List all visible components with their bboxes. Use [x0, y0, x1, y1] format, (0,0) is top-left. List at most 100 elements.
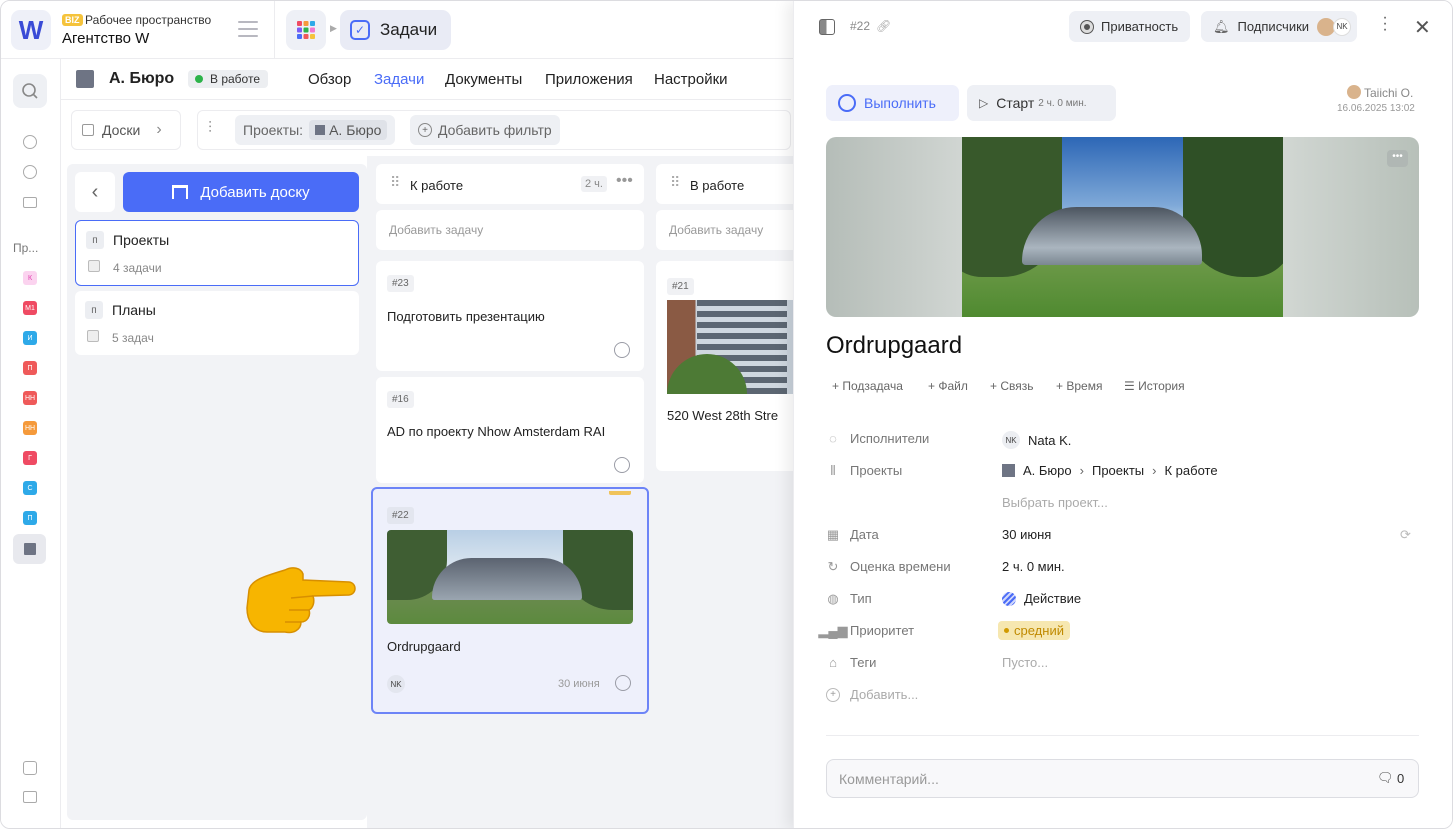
task-card-23[interactable]: #23 Подготовить презентацию	[376, 261, 644, 371]
rail-project-abureau[interactable]	[13, 534, 46, 564]
project-path[interactable]: А. Бюро › Проекты › К работе	[1002, 463, 1218, 478]
complete-circle[interactable]	[614, 342, 630, 358]
prop-date: ▦ Дата	[826, 526, 879, 543]
task-card-21[interactable]: #21 520 West 28th Stre	[656, 261, 793, 471]
building-icon	[315, 125, 326, 135]
start-timer-button[interactable]: ▷ Старт 2 ч. 0 мин.	[967, 85, 1116, 121]
folder-icon[interactable]	[23, 197, 37, 208]
calendar-icon: ▦	[826, 526, 840, 542]
add-time-action[interactable]: + Время	[1056, 379, 1102, 393]
priority-badge[interactable]: средний	[998, 621, 1070, 640]
task-title: Ordrupgaard	[387, 639, 461, 654]
column-header-todo[interactable]: ⠿ К работе 2 ч. •••	[376, 164, 644, 204]
archive-icon[interactable]	[23, 761, 37, 775]
image-more-icon[interactable]: •••	[1387, 150, 1408, 167]
rail-section-label: Пр...	[13, 241, 39, 255]
pointing-hand-icon	[246, 567, 356, 634]
rail-project-icon[interactable]: К	[23, 271, 37, 285]
org-building-icon	[76, 70, 94, 88]
add-file-action[interactable]: + Файл	[928, 379, 968, 393]
privacy-button[interactable]: Приватность	[1069, 11, 1191, 42]
board-letter-icon: п	[85, 301, 103, 319]
add-filter-button[interactable]: + Добавить фильтр	[410, 115, 560, 145]
menu-icon[interactable]	[238, 21, 258, 37]
add-property-button[interactable]: + Добавить...	[826, 687, 918, 702]
inbox-icon[interactable]	[23, 791, 37, 803]
rail-project-icon[interactable]: М1	[23, 301, 37, 315]
tab-apps[interactable]: Приложения	[545, 71, 633, 88]
status-badge[interactable]: В работе	[188, 70, 269, 88]
more-dots-icon[interactable]: •••	[616, 172, 633, 190]
rail-project-icon[interactable]: НН	[23, 391, 37, 405]
complete-button[interactable]: Выполнить	[826, 85, 959, 121]
rail-project-icon[interactable]: П	[23, 361, 37, 375]
search-button[interactable]	[13, 74, 47, 108]
task-title[interactable]: Ordrupgaard	[826, 332, 962, 360]
task-id: #23	[387, 275, 414, 292]
estimate-value[interactable]: 2 ч. 0 мин.	[1002, 559, 1065, 574]
add-task-label: Добавить задачу	[669, 223, 764, 237]
type-value[interactable]: Действие	[1002, 591, 1081, 606]
date-value[interactable]: 30 июня	[1002, 527, 1051, 542]
board-icon	[82, 124, 94, 136]
project-filter-chip[interactable]: Проекты: А. Бюро	[235, 115, 396, 145]
close-icon[interactable]: ✕	[1414, 15, 1431, 40]
task-id: #22	[387, 507, 414, 524]
repeat-icon[interactable]: ⟳	[1400, 527, 1411, 543]
tags-value[interactable]: Пусто...	[1002, 655, 1048, 670]
subscribers-button[interactable]: 🔔︎ Подписчики NK	[1201, 11, 1358, 42]
rail-project-icon[interactable]: П	[23, 511, 37, 525]
rail-check-icon-2[interactable]	[23, 165, 37, 179]
comment-icon: 🗨︎	[1377, 770, 1394, 785]
panel-toggle-icon[interactable]	[819, 19, 835, 35]
prop-label: Приоритет	[850, 623, 915, 638]
tab-overview[interactable]: Обзор	[308, 71, 351, 88]
drag-handle-icon[interactable]: ⠿	[390, 174, 400, 191]
workspace-logo[interactable]: W	[11, 10, 51, 50]
rail-project-icon[interactable]: НН	[23, 421, 37, 435]
complete-circle[interactable]	[614, 457, 630, 473]
choose-project-link[interactable]: Выбрать проект...	[1002, 495, 1108, 510]
apps-grid-button[interactable]	[286, 10, 326, 50]
tab-settings[interactable]: Настройки	[654, 71, 728, 88]
boards-toggle[interactable]: Доски ›	[71, 110, 181, 150]
column-header-inprogress[interactable]: ⠿ В работе	[656, 164, 793, 204]
history-action[interactable]: ☰ История	[1124, 379, 1185, 393]
rail-project-icon[interactable]: С	[23, 481, 37, 495]
more-vertical-icon[interactable]: · · ·	[1382, 10, 1388, 38]
add-task-inprogress[interactable]: Добавить задачу	[656, 210, 793, 250]
board-item-plans[interactable]: п Планы 5 задач	[75, 291, 359, 355]
task-cover-image	[667, 300, 793, 394]
org-name[interactable]: А. Бюро	[109, 70, 174, 88]
add-link-action[interactable]: + Связь	[990, 379, 1034, 393]
add-task-label: Добавить задачу	[389, 223, 484, 237]
tab-documents[interactable]: Документы	[445, 71, 522, 88]
column-inprogress	[653, 156, 793, 828]
copy-link-icon[interactable]: 🔗︎	[876, 19, 891, 33]
complete-circle[interactable]	[615, 675, 631, 691]
tab-tasks[interactable]: Задачи	[374, 71, 424, 88]
action-label: История	[1138, 379, 1185, 393]
collapse-boards-button[interactable]: ‹	[75, 172, 115, 212]
chevron-right-icon: ›	[1079, 463, 1084, 478]
rail-project-icon[interactable]: И	[23, 331, 37, 345]
rail-check-icon[interactable]	[23, 135, 37, 149]
workspace-name[interactable]: Агентство W	[62, 30, 149, 47]
drag-handle-icon[interactable]: ⠿	[670, 174, 680, 191]
task-card-22-selected[interactable]: #22 Ordrupgaard NK 30 июня	[371, 487, 649, 714]
assignee-name: Nata K.	[1028, 432, 1072, 448]
add-task-todo[interactable]: Добавить задачу	[376, 210, 644, 250]
task-card-16[interactable]: #16 AD по проекту Nhow Amsterdam RAI	[376, 377, 644, 483]
board-item-projects[interactable]: п Проекты 4 задачи	[75, 220, 359, 286]
task-cover-image	[387, 530, 633, 624]
assignee-value[interactable]: NK Nata K.	[1002, 431, 1071, 449]
add-board-button[interactable]: Добавить доску	[123, 172, 359, 212]
tasks-app-button[interactable]: ✓ Задачи	[340, 10, 451, 50]
task-cover-image[interactable]: •••	[826, 137, 1419, 317]
add-subtask-action[interactable]: + Подзадача	[832, 379, 903, 393]
rail-project-icon[interactable]: Г	[23, 451, 37, 465]
comment-box[interactable]: Комментарий... 🗨︎ 0	[826, 759, 1419, 798]
filter-sliders-icon[interactable]: ⫶	[208, 120, 212, 138]
assignee-avatar[interactable]: NK	[387, 675, 405, 693]
prop-label: Теги	[850, 655, 877, 670]
